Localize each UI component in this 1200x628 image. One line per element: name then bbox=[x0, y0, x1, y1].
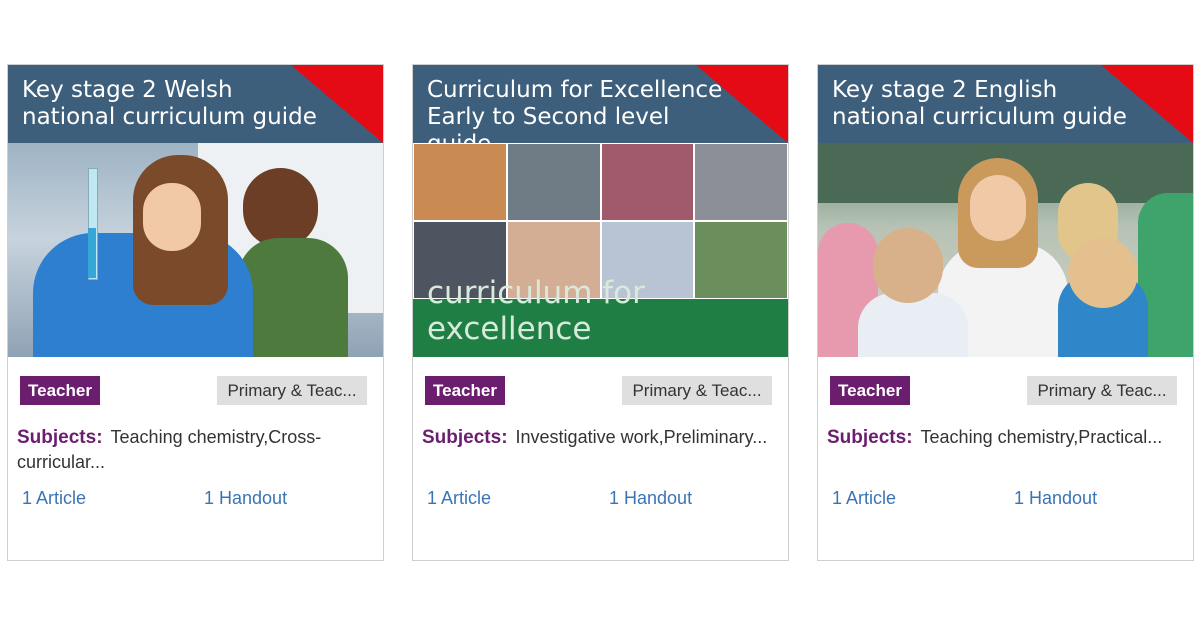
audience-tag: Teacher bbox=[425, 376, 505, 405]
level-tag: Primary & Teac... bbox=[1027, 376, 1177, 405]
subjects-label: Subjects: bbox=[17, 427, 103, 448]
handout-link[interactable]: 1 Handout bbox=[204, 488, 287, 509]
card-image[interactable]: curriculum for excellence bbox=[413, 143, 788, 357]
resource-card-cfe[interactable]: Curriculum for Excellence Early to Secon… bbox=[412, 64, 789, 561]
card-title[interactable]: Key stage 2 English national curriculum … bbox=[832, 77, 1132, 131]
subjects-text: Teaching chemistry,Practical... bbox=[920, 427, 1163, 447]
resource-card-english[interactable]: Key stage 2 English national curriculum … bbox=[817, 64, 1194, 561]
subjects-text: Investigative work,Preliminary... bbox=[515, 427, 768, 447]
article-link[interactable]: 1 Article bbox=[427, 488, 491, 509]
subjects: Subjects: Investigative work,Preliminary.… bbox=[422, 425, 777, 450]
subjects-label: Subjects: bbox=[422, 427, 508, 448]
card-header: Key stage 2 Welsh national curriculum gu… bbox=[8, 65, 383, 143]
card-header: Curriculum for Excellence Early to Secon… bbox=[413, 65, 788, 143]
card-title[interactable]: Key stage 2 Welsh national curriculum gu… bbox=[22, 77, 322, 131]
subjects-label: Subjects: bbox=[827, 427, 913, 448]
card-image[interactable] bbox=[818, 143, 1193, 357]
handout-link[interactable]: 1 Handout bbox=[609, 488, 692, 509]
level-tag: Primary & Teac... bbox=[217, 376, 367, 405]
audience-tag: Teacher bbox=[830, 376, 910, 405]
article-link[interactable]: 1 Article bbox=[22, 488, 86, 509]
cfe-banner-text: curriculum for excellence bbox=[427, 275, 645, 347]
card-title[interactable]: Curriculum for Excellence Early to Secon… bbox=[427, 77, 727, 143]
audience-tag: Teacher bbox=[20, 376, 100, 405]
subjects: Subjects: Teaching chemistry,Cross-curric… bbox=[17, 425, 372, 475]
card-header: Key stage 2 English national curriculum … bbox=[818, 65, 1193, 143]
resource-card-welsh[interactable]: Key stage 2 Welsh national curriculum gu… bbox=[7, 64, 384, 561]
article-link[interactable]: 1 Article bbox=[832, 488, 896, 509]
card-image[interactable] bbox=[8, 143, 383, 357]
subjects: Subjects: Teaching chemistry,Practical... bbox=[827, 425, 1182, 450]
handout-link[interactable]: 1 Handout bbox=[1014, 488, 1097, 509]
cfe-banner: curriculum for excellence bbox=[413, 275, 788, 357]
level-tag: Primary & Teac... bbox=[622, 376, 772, 405]
